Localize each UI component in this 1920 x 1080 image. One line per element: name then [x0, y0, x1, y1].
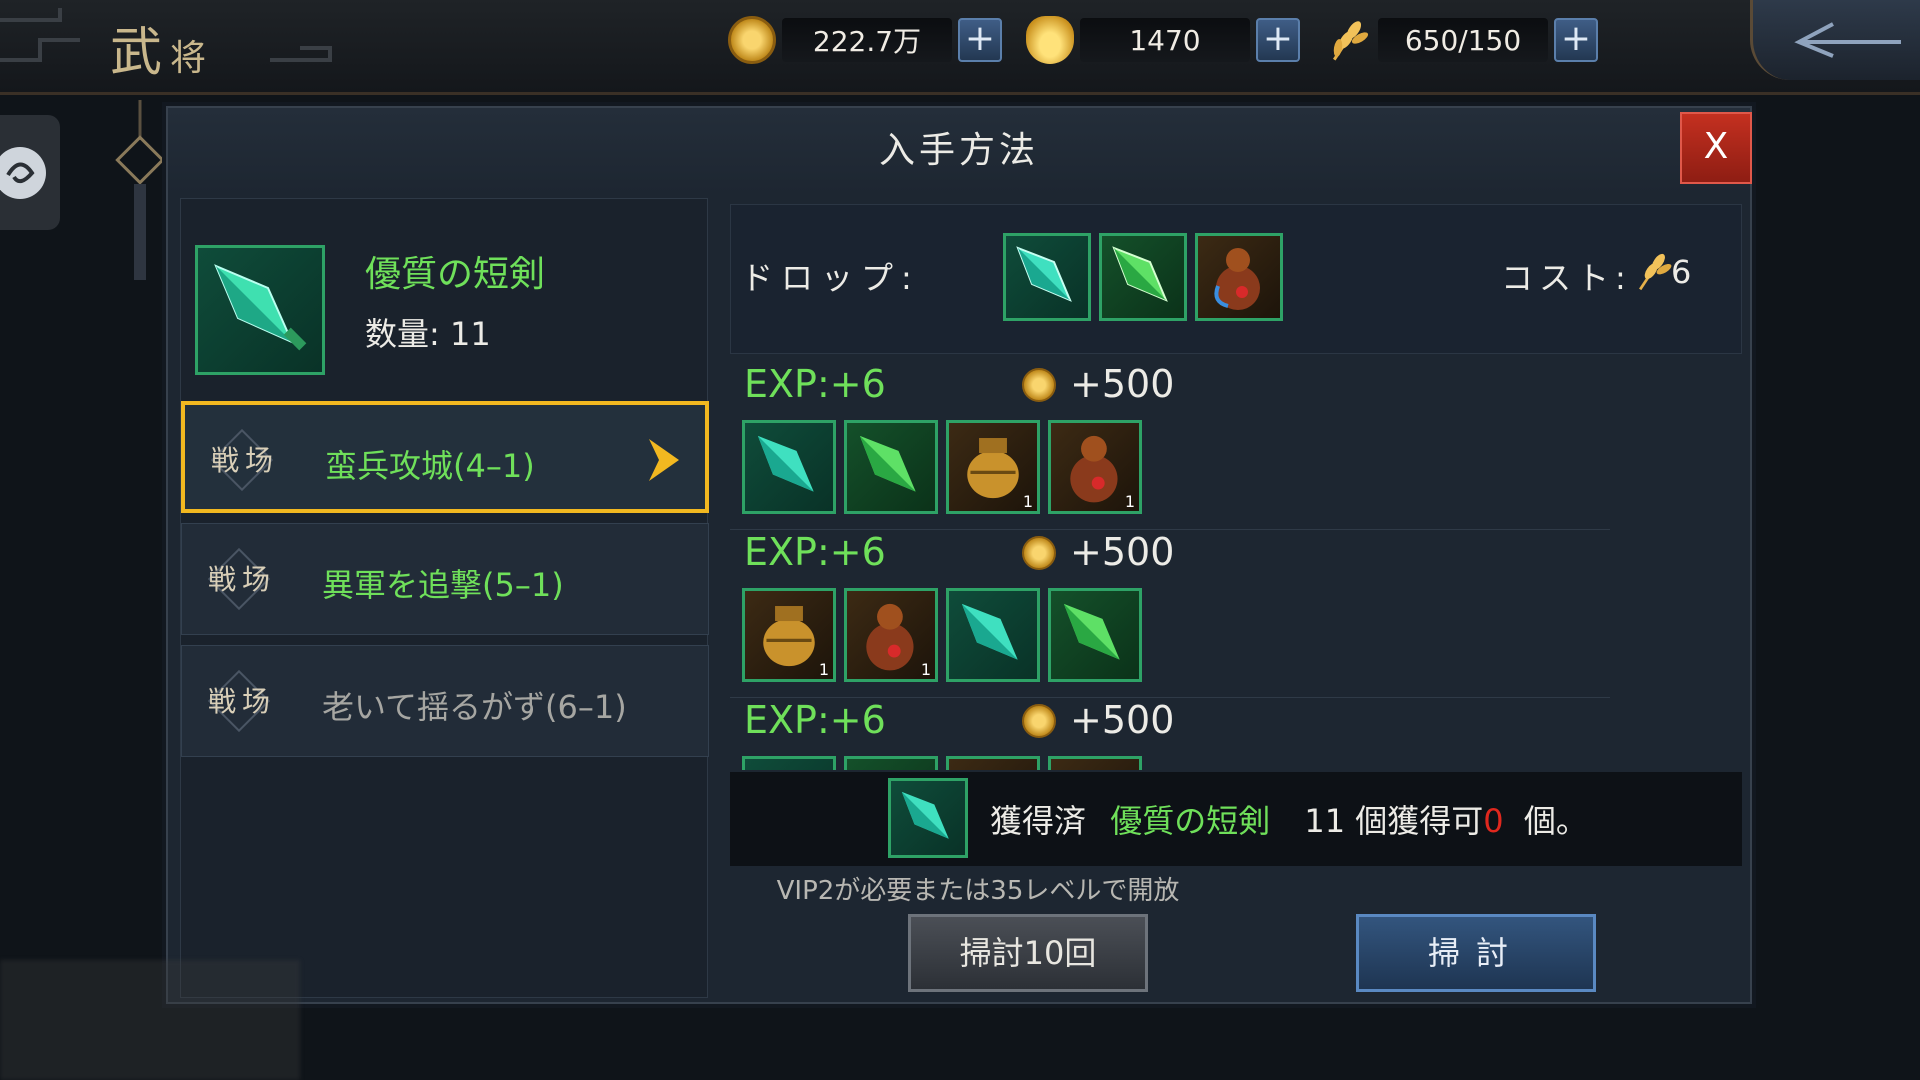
teal-dagger-icon[interactable]	[742, 756, 836, 770]
acquired-item-name: 優質の短剣	[1110, 802, 1271, 840]
title-small: 将	[170, 38, 215, 79]
cost-label: コスト:	[1501, 259, 1632, 297]
gold-jar-icon[interactable]: 1	[742, 588, 836, 682]
close-button[interactable]: X	[1680, 112, 1752, 184]
sweep-button[interactable]: 掃討	[1356, 914, 1596, 992]
gold-reward: +500	[1070, 530, 1175, 574]
ingot-resource: 1470 +	[1026, 14, 1300, 66]
back-arrow-icon	[1794, 22, 1901, 58]
teal-dagger-icon[interactable]	[1003, 233, 1091, 321]
ingot-value: 1470	[1080, 18, 1250, 62]
acquire-method-dialog: 入手方法 X 優質の短剣 数量: 11 戦场 蛮兵攻城(4–1) 戦场 異軍を追…	[166, 106, 1752, 1004]
item-dagger-icon	[195, 245, 325, 375]
green-dagger-icon[interactable]	[844, 420, 938, 514]
green-dagger-icon[interactable]	[1048, 588, 1142, 682]
teal-dagger-icon	[888, 778, 968, 858]
side-menu-tab[interactable]	[0, 115, 60, 230]
add-grain-button[interactable]: +	[1554, 18, 1598, 62]
gold-reward: +500	[1070, 698, 1175, 742]
grain-icon	[1639, 253, 1672, 291]
green-dagger-icon[interactable]	[1099, 233, 1187, 321]
ingot-icon	[1026, 16, 1074, 64]
teal-dagger-icon[interactable]	[946, 588, 1040, 682]
grain-icon	[1332, 21, 1369, 61]
acquired-text: 獲得済 優質の短剣 11 個獲得可0 個。	[990, 796, 1588, 842]
stage-badge-label: 戦场	[208, 563, 277, 596]
coin-icon	[1022, 704, 1056, 738]
stage-item-6-1[interactable]: 戦场 老いて揺るがず(6–1)	[181, 645, 709, 757]
coin-icon	[1022, 368, 1056, 402]
stage-badge-label: 戦场	[208, 685, 277, 718]
reward-row: EXP:+6 +500 1 1	[730, 362, 1610, 530]
acquired-status-bar: 獲得済 優質の短剣 11 個獲得可0 個。	[730, 772, 1742, 866]
exp-reward: EXP:+6	[744, 362, 886, 406]
coin-icon	[1022, 536, 1056, 570]
chevron-right-icon	[649, 439, 679, 481]
acquired-prefix: 獲得済	[990, 802, 1087, 840]
item-count: 1	[1124, 492, 1135, 511]
screen-title: 武将	[0, 0, 380, 90]
add-ingot-button[interactable]: +	[1256, 18, 1300, 62]
stage-name: 異軍を追撃(5–1)	[322, 566, 564, 604]
gourd-icon[interactable]: 1	[844, 588, 938, 682]
drop-info: ドロップ: コスト: 6	[730, 204, 1742, 354]
swirl-icon	[0, 147, 46, 199]
item-name: 優質の短剣	[365, 254, 546, 295]
exp-reward: EXP:+6	[744, 530, 886, 574]
stage-badge-label: 戦场	[211, 444, 280, 477]
title-text: 武将	[110, 10, 214, 85]
grain-resource: 650/150 +	[1324, 14, 1598, 66]
gourd-icon[interactable]	[1048, 756, 1142, 770]
drop-label: ドロップ:	[741, 259, 920, 297]
reward-row: EXP:+6 +500 1 1	[730, 530, 1610, 698]
dialog-title: 入手方法	[168, 108, 1750, 194]
exp-reward: EXP:+6	[744, 698, 886, 742]
stage-name: 蛮兵攻城(4–1)	[325, 447, 535, 485]
acquirable-zero: 0	[1483, 802, 1504, 840]
stage-item-5-1[interactable]: 戦场 異軍を追撃(5–1)	[181, 523, 709, 635]
green-dagger-icon[interactable]	[844, 756, 938, 770]
coin-resource: 222.7万 +	[728, 14, 1002, 66]
reward-list[interactable]: EXP:+6 +500 1 1 EXP:+6 +500 1 1 EXP:+6 +…	[730, 362, 1742, 770]
gold-jar-icon[interactable]: 1	[946, 420, 1040, 514]
debug-overlay	[0, 960, 300, 1080]
cost-value: 6	[1671, 253, 1692, 291]
stage-item-4-1[interactable]: 戦场 蛮兵攻城(4–1)	[181, 401, 709, 513]
vip-requirement-note: VIP2が必要または35レベルで開放	[776, 876, 1180, 906]
gourd-icon[interactable]: 1	[1048, 420, 1142, 514]
gold-jar-icon[interactable]	[946, 756, 1040, 770]
top-bar: 武将 222.7万 + 1470 + 650/150 +	[0, 0, 1920, 95]
gourd-icon[interactable]	[1195, 233, 1283, 321]
item-count: 1	[818, 660, 829, 679]
stage-name: 老いて揺るがず(6–1)	[322, 688, 627, 726]
acquired-count: 11 個獲得可	[1304, 802, 1484, 840]
item-panel: 優質の短剣 数量: 11 戦场 蛮兵攻城(4–1) 戦场 異軍を追撃(5–1) …	[180, 198, 709, 998]
hanging-ornament	[115, 100, 165, 280]
reward-row: EXP:+6 +500	[730, 698, 1610, 770]
title-main: 武	[110, 23, 171, 83]
teal-dagger-icon[interactable]	[742, 420, 836, 514]
gold-reward: +500	[1070, 362, 1175, 406]
item-count: 1	[1022, 492, 1033, 511]
add-coin-button[interactable]: +	[958, 18, 1002, 62]
coin-icon	[728, 16, 776, 64]
back-button[interactable]	[1750, 0, 1920, 80]
item-count: 1	[920, 660, 931, 679]
grain-value: 650/150	[1378, 18, 1548, 62]
coin-value: 222.7万	[782, 18, 952, 62]
item-quantity: 数量: 11	[365, 315, 491, 353]
acquired-suffix: 個。	[1523, 802, 1588, 840]
sweep-10-button[interactable]: 掃討10回	[908, 914, 1148, 992]
